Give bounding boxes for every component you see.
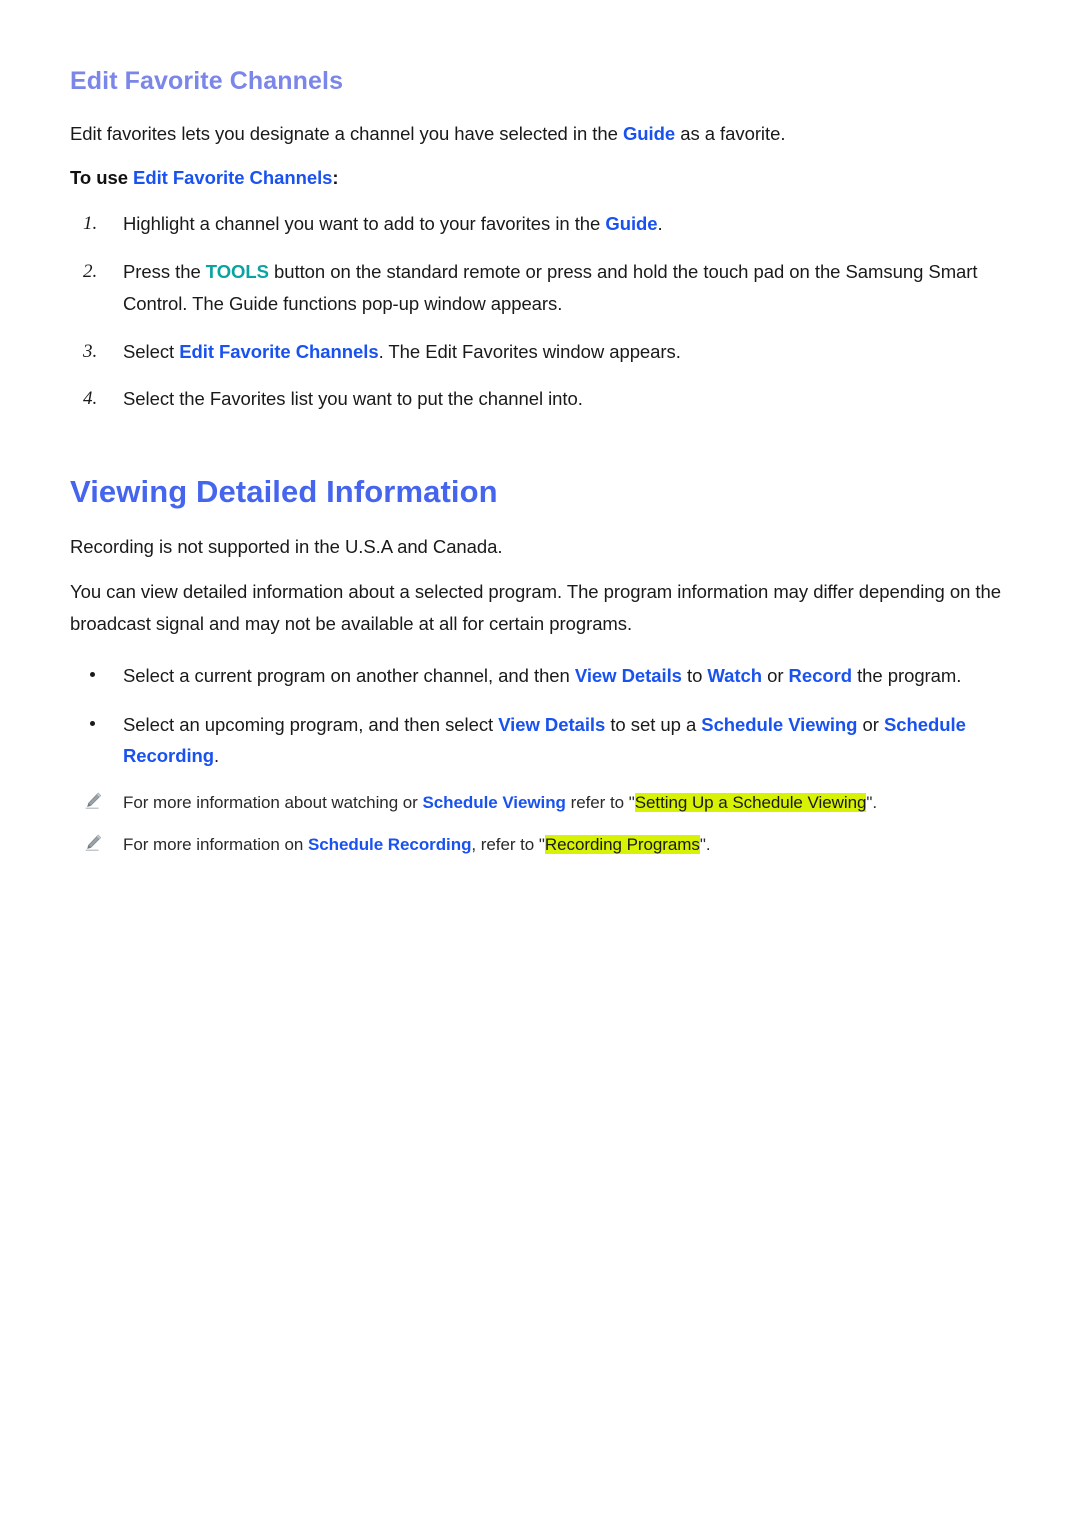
page-heading: Viewing Detailed Information [70,474,498,510]
bullet-1-text-4: or [762,664,789,686]
step-number: 2. [83,260,98,282]
bullet-2-keyword-1[interactable]: View Details [498,714,605,735]
keyword-guide[interactable]: Guide [623,123,675,144]
chapter-description: You can view detailed information about … [70,581,1001,634]
note-item: For more information on Schedule Recordi… [70,831,1010,858]
bullet-1-keyword-5[interactable]: Record [789,665,853,686]
section-heading: Edit Favorite Channels [70,67,344,95]
step-number: 3. [83,340,98,362]
bullet-1-text-2: to [681,664,708,686]
step-2-text-0: Press the [123,260,206,282]
section-intro-paragraph: Edit favorites lets you designate a chan… [70,96,1010,150]
step-1-keyword-1[interactable]: Guide [605,213,657,234]
note-item: For more information about watching or S… [70,789,1010,816]
numbered-steps-list: 1. Highlight a channel you want to add to… [70,194,1010,415]
lead-in-prefix: To use [70,167,134,189]
pencil-icon [85,792,102,810]
step-1-text-2: . [657,213,663,235]
note-2-text-0: For more information on [123,835,308,855]
step-3-keyword-1[interactable]: Edit Favorite Channels [179,341,378,362]
bullet-dot-icon [90,720,95,726]
step-item: 3. Select Edit Favorite Channels. The Edi… [70,336,1010,368]
region-restriction-note: Recording is not supported in the U.S.A … [70,536,503,558]
step-text: Select Edit Favorite Channels. The Edit … [123,341,681,362]
step-item: 4. Select the Favorites list you want to … [70,383,1010,415]
bullet-2-text-2: to set up a [605,713,702,735]
lead-in-suffix: : [332,167,339,189]
bullet-dot-icon [90,671,95,677]
note-2-highlight-3[interactable]: Recording Programs [544,835,700,855]
note-text: For more information on Schedule Recordi… [123,835,711,855]
bullet-1-text-0: Select a current program on another chan… [123,664,575,686]
bullet-2-text-6: . [214,745,220,767]
step-text: Press the TOOLS button on the standard r… [123,261,978,314]
note-1-highlight-3[interactable]: Setting Up a Schedule Viewing [634,793,866,813]
step-2-keyword-1[interactable]: TOOLS [206,261,269,282]
bullet-1-keyword-1[interactable]: View Details [575,665,682,686]
step-1-text-0: Highlight a channel you want to add to y… [123,213,606,235]
bullet-1-text-6: the program. [851,664,962,686]
step-3-text-0: Select [123,340,180,362]
intro-text-after: as a favorite. [675,122,786,144]
document-page: Edit Favorite Channels Edit favorites le… [0,0,1080,1527]
intro-text-before: Edit favorites lets you designate a chan… [70,122,623,144]
note-1-text-4: ". [866,793,878,813]
bullet-2-text-4: or [857,713,884,735]
step-item: 2. Press the TOOLS button on the standard… [70,256,1010,320]
step-4-text-0: Select the Favorites list you want to pu… [123,388,583,410]
notes-list: For more information about watching or S… [70,772,1010,858]
note-2-keyword-1[interactable]: Schedule Recording [308,835,472,854]
bullet-2-keyword-3[interactable]: Schedule Viewing [701,714,857,735]
bullet-1-keyword-3[interactable]: Watch [707,665,762,686]
step-number: 1. [83,213,98,235]
note-1-keyword-1[interactable]: Schedule Viewing [422,793,565,812]
section-lead-in: To use Edit Favorite Channels: [70,149,1010,194]
step-text: Highlight a channel you want to add to y… [123,213,663,234]
step-3-text-2: . The Edit Favorites window appears. [378,340,681,362]
note-2-text-2: , refer to " [471,835,545,855]
keyword-edit-favorite-channels[interactable]: Edit Favorite Channels [133,167,332,188]
bullet-list: Select a current program on another chan… [70,640,1010,772]
step-item: 1. Highlight a channel you want to add to… [70,208,1010,240]
bullet-text: Select a current program on another chan… [123,665,961,686]
note-1-text-2: refer to " [565,793,635,813]
step-number: 4. [83,388,98,410]
bullet-text: Select an upcoming program, and then sel… [123,714,966,767]
bullet-item: Select a current program on another chan… [70,660,1010,692]
bullet-2-text-0: Select an upcoming program, and then sel… [123,713,499,735]
note-1-text-0: For more information about watching or [123,793,423,813]
note-text: For more information about watching or S… [123,793,878,813]
pencil-icon [85,834,102,852]
note-2-text-4: ". [699,835,711,855]
bullet-item: Select an upcoming program, and then sel… [70,709,1010,773]
step-text: Select the Favorites list you want to pu… [123,388,583,409]
